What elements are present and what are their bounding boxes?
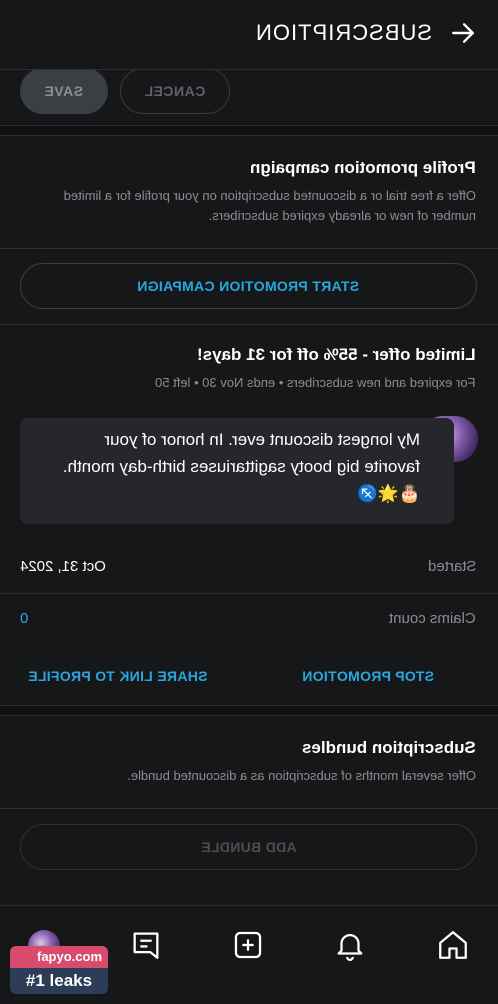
divider [0, 248, 498, 249]
start-promotion-label: START PROMOTION CAMPAIGN [137, 278, 360, 294]
started-label: Started [427, 558, 476, 575]
page-title: SUBSCRIPTION [254, 20, 432, 45]
cancel-button[interactable]: CANCEL [120, 70, 230, 114]
back-arrow-icon[interactable] [450, 20, 476, 46]
bell-icon[interactable] [333, 928, 367, 962]
claims-count-label: Claims count [389, 610, 476, 627]
add-bundle-label: ADD BUNDLE [200, 839, 297, 855]
messages-icon[interactable] [129, 928, 163, 962]
offer-message: My longest discount ever. In honor of yo… [62, 430, 420, 503]
promo-campaign-description: Offer a free trial or a discounted subsc… [63, 188, 476, 223]
add-post-icon[interactable] [231, 928, 265, 962]
section-separator [0, 705, 498, 716]
divider [0, 324, 498, 325]
bundles-title: Subscription bundles [302, 738, 476, 757]
share-link-button[interactable]: SHARE LINK TO PROFILE [28, 668, 208, 684]
divider [0, 808, 498, 809]
save-button-label: SAVE [44, 83, 84, 99]
offer-message-bubble: My longest discount ever. In honor of yo… [20, 418, 454, 524]
add-bundle-button[interactable]: ADD BUNDLE [20, 824, 477, 870]
top-bar: SUBSCRIPTION [0, 0, 498, 70]
offer-meta: For expired and new subscribers • ends N… [155, 375, 476, 390]
claims-count-value: 0 [20, 610, 29, 627]
watermark-badge: fapyo.com #1 leaks [10, 946, 108, 994]
started-value: Oct 31, 2024 [20, 558, 106, 575]
divider [0, 593, 498, 594]
stop-promotion-button[interactable]: STOP PROMOTION [302, 668, 434, 684]
home-icon[interactable] [436, 928, 470, 962]
bundles-description: Offer several months of subscription as … [127, 768, 476, 783]
watermark-site: fapyo.com [10, 946, 108, 968]
offer-title: Limited offer - 55% off for 31 days! [197, 345, 476, 364]
section-separator [0, 125, 498, 136]
cancel-button-label: CANCEL [144, 83, 206, 99]
save-cancel-row: SAVE CANCEL [0, 70, 498, 125]
start-promotion-button[interactable]: START PROMOTION CAMPAIGN [20, 263, 477, 309]
save-button[interactable]: SAVE [20, 70, 108, 114]
watermark-tagline: #1 leaks [25, 971, 93, 990]
promo-campaign-title: Profile promotion campaign [250, 158, 476, 177]
